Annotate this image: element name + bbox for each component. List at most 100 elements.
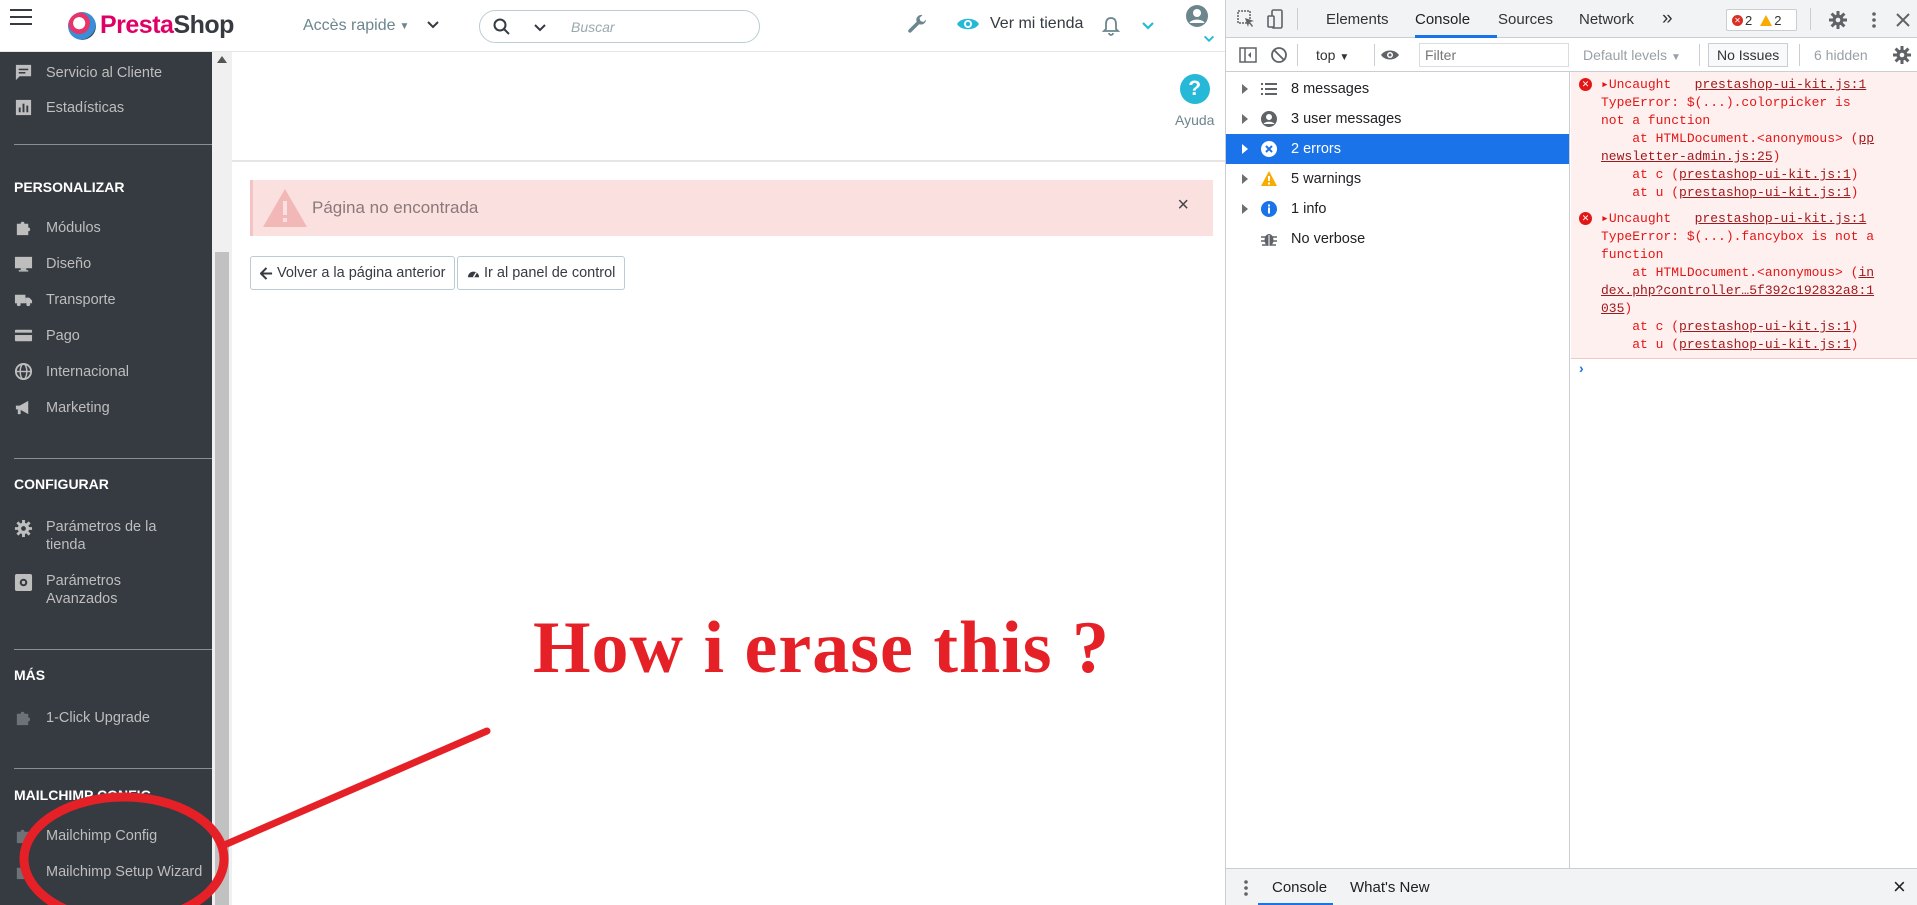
sidebar-item-stats[interactable]: Estadísticas [0, 98, 212, 117]
expand-arrow-icon[interactable] [1242, 174, 1248, 184]
stack-frame-link[interactable]: prestashop-ui-kit.js:1 [1679, 185, 1851, 200]
settings-gear-icon[interactable] [1828, 10, 1848, 30]
console-prompt[interactable]: › [1579, 360, 1584, 376]
globe-icon [14, 362, 33, 381]
stack-frame-link[interactable]: prestashop-ui-kit.js:1 [1679, 337, 1851, 352]
context-selector[interactable]: top ▼ [1316, 47, 1349, 63]
drawer-close-icon[interactable]: × [1893, 874, 1906, 900]
tab-elements[interactable]: Elements [1326, 11, 1389, 28]
sidebar-warnings[interactable]: 5 warnings [1226, 164, 1569, 194]
kebab-menu-icon[interactable] [1236, 878, 1256, 898]
quick-access-dropdown[interactable]: Accès rapide ▼ [303, 17, 409, 35]
close-icon[interactable] [1893, 10, 1913, 30]
issues-counter[interactable]: ✕ 2 2 [1726, 9, 1797, 31]
inspect-element-icon[interactable] [1236, 9, 1256, 29]
sidebar-toggle-icon[interactable] [1238, 45, 1258, 65]
kebab-menu-icon[interactable] [1864, 10, 1884, 30]
back-button[interactable]: Volver a la página anterior [250, 256, 456, 290]
search-icon[interactable] [492, 17, 512, 37]
sidebar-scrollbar[interactable] [212, 52, 232, 905]
menu-toggle-icon[interactable] [10, 9, 32, 27]
expand-arrow-icon[interactable] [1242, 114, 1248, 124]
drawer-tab-whats-new[interactable]: What's New [1350, 879, 1430, 896]
stack-frame-text: at u ( [1601, 185, 1680, 200]
tab-network[interactable]: Network [1579, 11, 1634, 28]
sidebar-item-label: Módulos [46, 219, 101, 236]
view-store-link[interactable]: Ver mi tienda [956, 15, 1083, 33]
dashboard-button-label: Ir al panel de control [484, 265, 616, 281]
chevron-down-icon[interactable] [1202, 32, 1216, 46]
sidebar-item-design[interactable]: Diseño [0, 254, 212, 273]
sidebar-messages[interactable]: 8 messages [1226, 74, 1569, 104]
eye-icon[interactable] [1380, 45, 1400, 65]
console-error-entry[interactable]: ✕ ▸Uncaught prestashop-ui-kit.js:1 TypeE… [1571, 206, 1917, 359]
stack-frame-link[interactable]: newsletter-admin.js:25 [1601, 149, 1773, 164]
eye-icon [957, 18, 979, 30]
sidebar-item-advanced-parameters[interactable]: Parámetros Avanzados [0, 572, 212, 608]
clear-console-icon[interactable] [1269, 45, 1289, 65]
help-question-icon: ? [1179, 74, 1210, 104]
stack-frame-link[interactable]: prestashop-ui-kit.js:1 [1679, 167, 1851, 182]
sidebar-item-modules[interactable]: Módulos [0, 218, 212, 237]
sidebar-item-1-click-upgrade[interactable]: 1-Click Upgrade [0, 708, 212, 727]
sidebar-info[interactable]: 1 info [1226, 194, 1569, 224]
console-settings-gear-icon[interactable] [1892, 45, 1912, 65]
drawer-tab-console[interactable]: Console [1272, 879, 1327, 896]
error-source-link[interactable]: prestashop-ui-kit.js:1 [1695, 77, 1867, 92]
sidebar-item-label: Mailchimp Setup Wizard [46, 863, 203, 880]
alert-close-button[interactable]: × [1177, 194, 1189, 217]
sidebar-item-label: Servicio al Cliente [46, 64, 163, 81]
stack-frame-link[interactable]: 035 [1601, 301, 1624, 316]
sidebar-user-messages[interactable]: 3 user messages [1226, 104, 1569, 134]
stack-frame-link[interactable]: pp [1858, 131, 1874, 146]
expand-arrow-icon[interactable] [1242, 204, 1248, 214]
chevron-down-icon[interactable] [425, 17, 441, 33]
error-icon: ✕ [1732, 14, 1743, 26]
tab-sources[interactable]: Sources [1498, 11, 1553, 28]
sidebar-item-customer-service[interactable]: Servicio al Cliente [0, 63, 212, 82]
scroll-up-arrow-icon[interactable] [217, 56, 227, 63]
user-avatar-icon[interactable] [1185, 4, 1209, 28]
wrench-icon[interactable] [905, 13, 929, 37]
search-input[interactable] [571, 17, 741, 37]
sidebar-errors[interactable]: 2 errors [1226, 134, 1569, 164]
sidebar-item-international[interactable]: Internacional [0, 362, 212, 381]
chat-icon [15, 64, 32, 81]
device-toolbar-icon[interactable] [1266, 9, 1286, 29]
sidebar-item-shop-parameters[interactable]: Parámetros de la tienda [0, 518, 212, 554]
tab-console[interactable]: Console [1415, 11, 1470, 28]
view-store-label: Ver mi tienda [990, 15, 1084, 32]
chevron-down-icon[interactable] [532, 20, 548, 36]
prestashop-logo[interactable]: PrestaShop [68, 11, 234, 40]
scrollbar-thumb[interactable] [215, 252, 229, 905]
truck-icon [14, 294, 33, 307]
console-error-entry[interactable]: ✕ ▸Uncaught prestashop-ui-kit.js:1 TypeE… [1571, 72, 1917, 207]
stack-frame-link[interactable]: prestashop-ui-kit.js:1 [1679, 319, 1851, 334]
chevron-down-icon[interactable] [1140, 18, 1156, 34]
sidebar-verbose[interactable]: No verbose [1226, 224, 1569, 254]
sidebar-item-label: Transporte [46, 291, 116, 308]
bell-icon[interactable] [1100, 15, 1122, 37]
sidebar-item-mailchimp-setup-wizard[interactable]: Mailchimp Setup Wizard [0, 862, 212, 881]
more-tabs-icon[interactable]: » [1662, 8, 1673, 30]
sidebar-item-mailchimp-config[interactable]: Mailchimp Config [0, 826, 212, 845]
expand-arrow-icon[interactable]: ▸ [1601, 211, 1609, 226]
console-output: ✕ ▸Uncaught prestashop-ui-kit.js:1 TypeE… [1571, 72, 1917, 868]
expand-arrow-icon[interactable]: ▸ [1601, 77, 1609, 92]
devtools-tab-bar: Elements Console Sources Network » ✕ 2 2 [1226, 0, 1917, 38]
log-levels-dropdown[interactable]: Default levels ▼ [1583, 47, 1681, 63]
help-button[interactable]: ? Ayuda [1175, 74, 1214, 128]
error-icon [1261, 141, 1277, 157]
error-icon: ✕ [1579, 212, 1592, 225]
sidebar-item-marketing[interactable]: Marketing [0, 398, 212, 417]
sidebar-item-payment[interactable]: Pago [0, 326, 212, 345]
stack-frame-link[interactable]: in [1858, 265, 1874, 280]
filter-input[interactable] [1419, 43, 1569, 67]
no-issues-button[interactable]: No Issues [1708, 43, 1789, 67]
dashboard-button[interactable]: Ir al panel de control [457, 256, 626, 290]
expand-arrow-icon[interactable] [1242, 84, 1248, 94]
expand-arrow-icon[interactable] [1242, 144, 1248, 154]
sidebar-item-shipping[interactable]: Transporte [0, 290, 212, 309]
error-source-link[interactable]: prestashop-ui-kit.js:1 [1695, 211, 1867, 226]
stack-frame-link[interactable]: dex.php?controller…5f392c192832a8:1 [1601, 283, 1874, 298]
